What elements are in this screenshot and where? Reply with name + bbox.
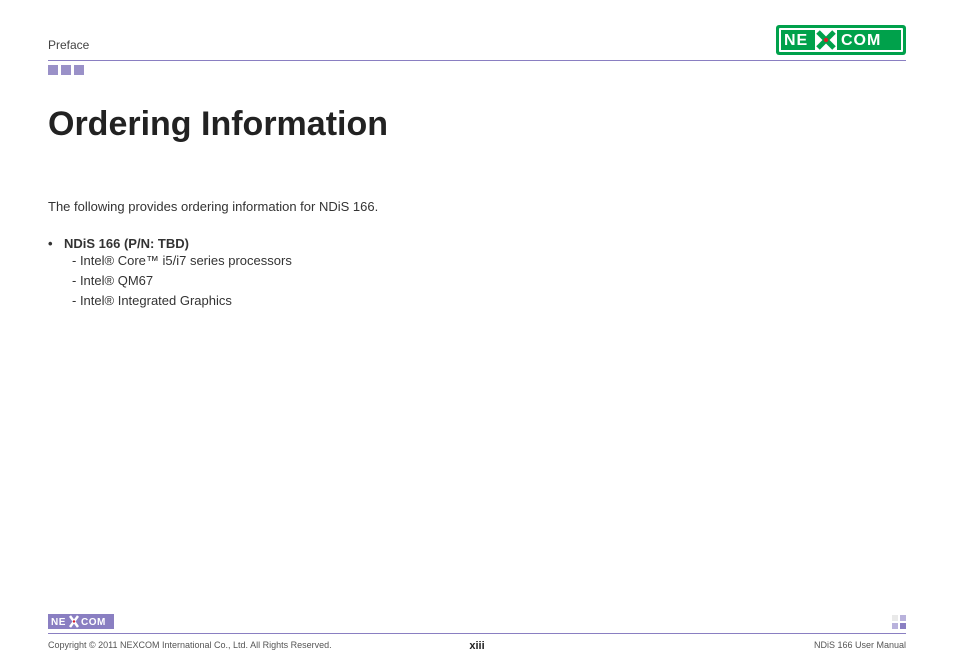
- page-number: xiii: [469, 640, 484, 652]
- item-heading-text: NDiS 166 (P/N: TBD): [64, 236, 189, 251]
- svg-text:NE: NE: [784, 32, 808, 49]
- svg-text:COM: COM: [841, 32, 881, 49]
- page-title: Ordering Information: [48, 105, 906, 144]
- header-divider: [48, 60, 906, 61]
- intro-paragraph: The following provides ordering informat…: [48, 199, 906, 214]
- footer-brand-logo: NE COM: [48, 614, 114, 629]
- svg-text:NE: NE: [51, 617, 66, 628]
- svg-text:COM: COM: [81, 617, 106, 628]
- list-sub-item: - Intel® Core™ i5/i7 series processors: [72, 251, 906, 271]
- ordering-list: • NDiS 166 (P/N: TBD) - Intel® Core™ i5/…: [48, 236, 906, 311]
- list-item-heading: • NDiS 166 (P/N: TBD): [48, 236, 906, 251]
- copyright-text: Copyright © 2011 NEXCOM International Co…: [48, 640, 332, 650]
- bullet-icon: •: [48, 236, 64, 251]
- footer-decorative-dots: [892, 615, 906, 629]
- footer-divider: [48, 633, 906, 634]
- decorative-squares: [48, 65, 906, 75]
- list-sub-item: - Intel® Integrated Graphics: [72, 291, 906, 311]
- document-name: NDiS 166 User Manual: [814, 640, 906, 650]
- brand-logo: NE COM: [776, 25, 906, 55]
- list-sub-item: - Intel® QM67: [72, 271, 906, 291]
- header-section-label: Preface: [48, 38, 89, 55]
